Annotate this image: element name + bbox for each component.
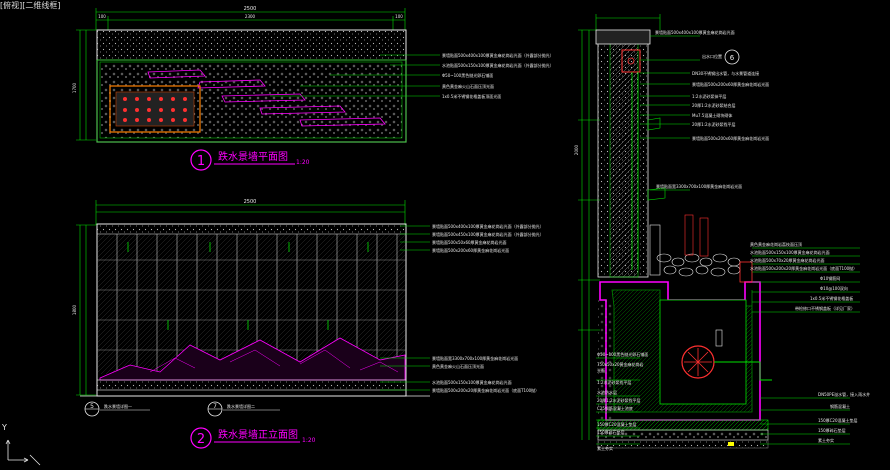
elev-dim-total: 2500 [244,199,257,205]
section-note-left: 20厚1:2水泥砂浆找平层 [597,397,641,403]
plan-note: 1x0.5米不锈钢花格盖板顶面光面 [442,93,501,99]
section-note-lr: 150厚C20混凝土垫层 [818,417,858,423]
section-note: 景墙贴面500x200x60厚黄金麻花岗岩光面 [692,81,769,87]
elev-ref7-text: 跌水景墙详图二 [227,403,255,409]
elev-ref5-text: 跌水景墙详图一 [104,403,132,409]
section-pebbles [656,253,741,277]
plan-wall-top-band [96,29,407,61]
elev-note: 黄色黄金麻火山石面压顶光面 [432,363,484,369]
section-wall-stone-a [649,224,661,276]
section-note-right: 黄色黄金麻花岗岩荔枝面压顶 [750,241,802,247]
elev-note: 景墙贴面500x400x100厚黄金麻花岗岩光面（外露部分抛光） [432,223,544,229]
section-note-mid: 景墙贴面宽3300x700x100厚黄金麻花岗岩光面 [656,183,742,189]
section-note-left: 光面 [597,367,605,373]
plan-number: 1 [197,154,205,169]
elev-ref5-number: 5 [90,403,94,410]
section-note: 景墙贴面500x200x60厚黄金麻花岗岩光面 [692,135,769,141]
elev-note: 景墙贴面500x50x60厚黄金麻花岗岩光面 [432,239,507,245]
ucs-icon [5,439,41,466]
section-note-lr: 钢筋混凝土 [830,403,850,409]
section-note-left: 1:2水泥砂浆找平层 [597,379,631,385]
plan-dim-seg-left: 100 [98,14,106,19]
plan-dim-height: 1700 [72,82,77,93]
elev-dim-height: 1800 [72,304,77,315]
section-ref-number: 6 [730,54,735,62]
section-wall-stone-c [699,217,709,257]
section-wall-core [609,41,639,278]
section-note-right: Φ10@100双向 [820,285,848,291]
section-note: 1:2水泥砂浆抹平层 [692,93,726,99]
plan-note: Φ50~100黑色抛光卵石铺面 [442,72,493,78]
section-note-right: 水池贴面500x200x20厚黄金麻花岗岩光面（底面T100抛） [750,265,857,271]
section-dim-height: 2000 [574,144,579,155]
section-note-right: 带检修口不锈钢盖板（详见厂家） [795,305,855,311]
plan-dim-seg-right: 100 [395,14,403,19]
plan-dim-seg-mid: 2300 [245,14,256,19]
plan-grate [115,91,195,127]
elev-note: 水池贴面500x150x100厚黄金麻花岗岩光面 [432,379,512,385]
section-note: 景墙贴面500x400x100厚黄金麻花岗岩光面 [655,29,735,35]
section-marker [728,442,734,446]
section-note-left: 素土夯实 [597,445,613,451]
plan-note: 水池贴面500x150x100厚黄金麻花岗岩光面（外露部分抛光） [442,62,554,68]
section-note: 20厚1:2水泥砂浆结合层 [692,102,736,108]
cad-drawing-canvas[interactable]: 2500 100 2300 100 1700 景墙贴面500x400x100厚黄… [0,0,890,470]
ucs-y-label: Y [1,423,7,432]
plan-title: 跌水景墙平面图 [218,150,288,163]
section-dimension-left [578,29,600,440]
elev-title: 跌水景墙正立面图 [218,428,298,441]
plan-scale: 1:20 [296,159,310,166]
elev-note: 景墙贴面500x450x100厚黄金麻花岗岩光面（外露部分抛光） [432,231,544,237]
section-note-left: 150厚C20混凝土垫层 [597,421,637,427]
elev-note: 景墙贴面500x200x20厚黄金麻花岗岩光面（底面T100抛） [432,387,539,393]
section-grate-edge [739,261,753,283]
section-note: 出水口位置 [702,53,722,59]
plan-note: 黄色黄金麻火山石面压顶光面 [442,83,494,89]
section-note-right: 水池贴面500x150x100厚黄金麻花岗岩光面 [750,249,830,255]
section-pool-inner [659,299,747,405]
plan-view: 2500 100 2300 100 1700 景墙贴面500x400x100厚黄… [72,6,554,171]
elev-ref7-number: 7 [213,403,217,410]
section-note-right: 水池贴面500x70x20厚黄金麻花岗岩光面 [750,257,825,263]
elev-coping [96,223,407,235]
section-note-left: 水池防水层 [597,389,617,395]
viewport-label[interactable]: [俯视][二维线框] [0,0,60,11]
section-view: 2000 6 景墙贴面500x400x100厚黄金麻花岗岩光面 出水口位置 DN… [574,14,870,451]
section-wall-cap [595,29,651,45]
section-note-right: Φ10钢筋网 [820,275,840,281]
section-note-left: Φ50~100黑色抛光卵石铺面 [597,351,648,357]
elev-number: 2 [197,432,205,447]
section-note-lr: 150厚碎石垫层 [818,427,846,433]
section-leaders-top [640,35,700,191]
section-pump-blades [684,348,712,376]
section-note-left: 150厚碎石垫层 [597,429,625,435]
section-dimension-top [595,14,661,30]
section-wall-stone-b [684,214,694,256]
section-note: 20厚1:2水泥砂浆找平层 [692,121,736,127]
plan-dimension-left [76,29,96,141]
section-note-lr: 素土夯实 [818,437,834,443]
section-note-right: 1x0.5米不锈钢花格盖板 [810,295,853,301]
section-note-left: 750x50x20黄金麻花岗岩 [597,361,644,367]
section-note-left: C25钢筋混凝土池底 [597,405,633,411]
plan-dim-total: 2500 [244,6,257,12]
elev-note: 景墙贴面500x200x60厚黄金麻花岗岩光面 [432,247,509,253]
section-note-lr: DN50PE溢水管，接入雨水井 [818,391,870,397]
elev-dimension-left [76,224,96,396]
elev-base-coping [96,379,407,391]
section-note: DN30不锈钢出水管，与水景管道连接 [692,70,759,76]
elev-scale: 1:20 [302,437,316,444]
plan-note: 景墙贴面500x400x100厚黄金麻花岗岩光面（外露部分抛光） [442,52,554,58]
section-note: Mu7.5混凝土砌块砌体 [692,112,732,118]
elevation-view: 2500 1800 景墙贴面500x400x100厚黄金麻花岗岩光面（外露部分抛… [72,199,544,449]
elev-note: 景墙贴面宽3300x700x100厚黄金麻花岗岩光面 [432,355,518,361]
